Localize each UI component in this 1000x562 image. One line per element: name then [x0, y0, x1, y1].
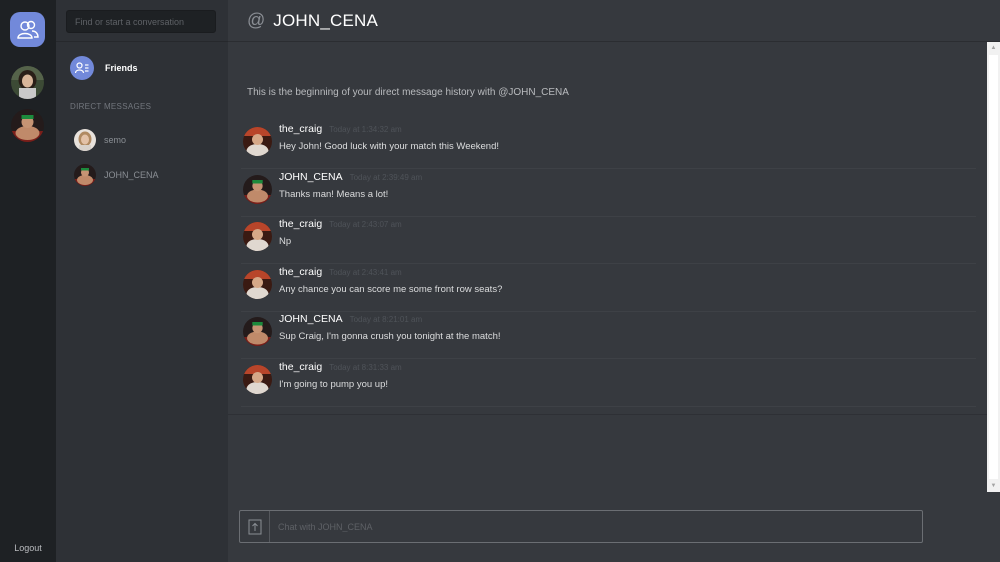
friends-icon [16, 20, 39, 39]
server-avatar-john-cena[interactable] [11, 109, 44, 142]
dm-name: JOHN_CENA [104, 170, 159, 180]
message-timestamp: Today at 1:34:32 am [329, 125, 402, 134]
message-item: the_craig Today at 2:43:41 am Any chance … [241, 265, 976, 312]
author-name: the_craig [279, 266, 323, 278]
chat-area: @ JOHN_CENA This is the beginning of you… [228, 0, 1000, 562]
wrestler-avatar-icon [11, 109, 44, 142]
message-composer [239, 510, 923, 543]
history-start-text: This is the beginning of your direct mes… [247, 87, 569, 98]
author-name: JOHN_CENA [279, 171, 343, 183]
wrestler-avatar-icon [243, 175, 272, 204]
message-author[interactable]: the_craig Today at 2:43:41 am [279, 266, 402, 278]
upload-button[interactable] [240, 511, 270, 542]
bald-man-avatar-icon [243, 365, 272, 394]
author-name: JOHN_CENA [279, 313, 343, 325]
woman-avatar-icon [74, 129, 96, 151]
bald-man-avatar-icon [243, 127, 272, 156]
dm-item-semo[interactable]: semo [74, 129, 126, 151]
message-author[interactable]: the_craig Today at 2:43:07 am [279, 218, 402, 230]
wrestler-avatar-icon [243, 317, 272, 346]
message-text: Thanks man! Means a lot! [279, 189, 389, 200]
message-author[interactable]: JOHN_CENA Today at 2:39:49 am [279, 171, 422, 183]
friends-label: Friends [105, 63, 138, 73]
scroll-down-arrow-icon[interactable]: ▼ [987, 480, 1000, 492]
message-author[interactable]: the_craig Today at 8:31:33 am [279, 361, 402, 373]
message-item: JOHN_CENA Today at 2:39:49 am Thanks man!… [241, 170, 976, 217]
message-text: I'm going to pump you up! [279, 379, 389, 390]
message-item: JOHN_CENA Today at 8:21:01 am Sup Craig, … [241, 312, 976, 359]
discord-app: Logout Friends DIRECT MESSAGES [0, 0, 1000, 562]
bald-man-avatar-icon [243, 222, 272, 251]
message-timestamp: Today at 2:39:49 am [349, 173, 423, 182]
message-text: Np [279, 236, 292, 247]
message-item: the_craig Today at 8:31:33 am I'm going t… [241, 360, 976, 407]
message-item: the_craig Today at 1:34:32 am Hey John! G… [241, 122, 976, 169]
scrollbar[interactable]: ▲ ▼ [987, 42, 1000, 492]
message-text: Hey John! Good luck with your match this… [279, 141, 500, 152]
woman-avatar-icon [11, 66, 44, 99]
message-text: Any chance you can score me some front r… [279, 284, 503, 295]
dm-name: semo [104, 135, 127, 145]
author-name: the_craig [279, 123, 323, 135]
friends-nav-item[interactable]: Friends [70, 56, 138, 80]
chat-header: @ JOHN_CENA [228, 0, 1000, 42]
message-timestamp: Today at 2:43:07 am [329, 220, 402, 229]
search-input[interactable] [66, 10, 216, 33]
search-bar [56, 0, 228, 42]
message-timestamp: Today at 2:43:41 am [329, 268, 402, 277]
author-name: the_craig [279, 218, 323, 230]
upload-icon [248, 519, 261, 534]
bald-man-avatar-icon [243, 270, 272, 299]
home-button[interactable] [10, 12, 45, 47]
message-author[interactable]: the_craig Today at 1:34:32 am [279, 123, 402, 135]
message-timestamp: Today at 8:31:33 am [329, 363, 402, 372]
channel-sidebar: Friends DIRECT MESSAGES semo [56, 0, 228, 562]
author-name: the_craig [279, 361, 323, 373]
at-icon: @ [247, 10, 266, 30]
logout-link[interactable]: Logout [0, 543, 56, 553]
scroll-thumb[interactable] [989, 55, 998, 479]
direct-messages-header: DIRECT MESSAGES [70, 102, 152, 111]
page-title: JOHN_CENA [273, 10, 379, 30]
wrestler-avatar-icon [74, 164, 96, 186]
message-input[interactable] [271, 511, 921, 542]
dm-item-john-cena[interactable]: JOHN_CENA [74, 164, 159, 186]
server-rail: Logout [0, 0, 56, 562]
friends-list-icon [70, 56, 94, 80]
message-author[interactable]: JOHN_CENA Today at 8:21:01 am [279, 313, 422, 325]
message-timestamp: Today at 8:21:01 am [349, 315, 423, 324]
message-list[interactable]: This is the beginning of your direct mes… [228, 42, 987, 415]
server-avatar-semo[interactable] [11, 66, 44, 99]
scroll-up-arrow-icon[interactable]: ▲ [987, 42, 1000, 54]
message-item: the_craig Today at 2:43:07 am Np [241, 217, 976, 264]
message-text: Sup Craig, I'm gonna crush you tonight a… [279, 331, 501, 342]
